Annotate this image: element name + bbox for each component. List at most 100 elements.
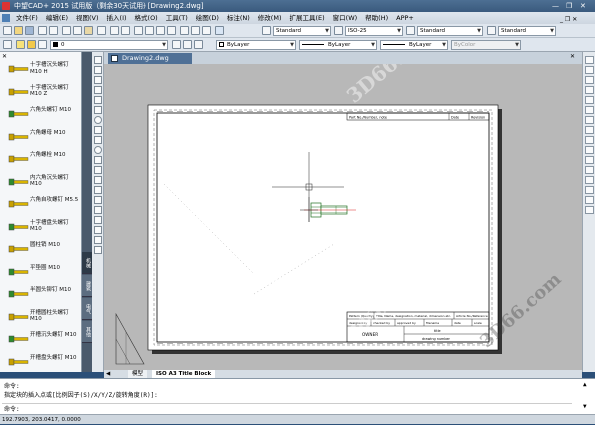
properties-icon[interactable] [180, 26, 189, 35]
palette-item[interactable]: 十字槽盘头螺钉 M10 [2, 218, 78, 238]
palette-item[interactable]: 六角螺母 M10 [2, 128, 78, 148]
ray-icon[interactable] [94, 66, 102, 74]
polygon-icon[interactable] [94, 86, 102, 94]
command-scroll-down-icon[interactable]: ▼ [583, 403, 587, 410]
design-center-icon[interactable] [191, 26, 200, 35]
document-close-icon[interactable]: ✕ [570, 53, 575, 60]
palette-item[interactable]: 内六角沉头螺钉 M10 [2, 173, 78, 193]
palette-item[interactable]: 开槽圆柱头螺钉 M10 [2, 308, 78, 328]
layer-select[interactable]: 0 ▼ [50, 40, 168, 50]
table-style-select[interactable]: Standard ▼ [417, 26, 483, 36]
tool-palette-icon[interactable] [202, 26, 211, 35]
hatch-icon[interactable] [94, 196, 102, 204]
restore-button[interactable]: ❐ [566, 0, 572, 12]
palette-item[interactable]: 半圆头铆钉 M10 [2, 285, 78, 305]
command-scroll-up-icon[interactable]: ▲ [583, 381, 587, 388]
menu-tools[interactable]: 工具(T) [162, 12, 192, 24]
rectangle-icon[interactable] [94, 96, 102, 104]
chamfer-icon[interactable] [585, 186, 594, 194]
menu-format[interactable]: 格式(O) [131, 12, 162, 24]
palette-item[interactable]: 开槽盘头螺钉 M10 [2, 353, 78, 373]
gradient-icon[interactable] [94, 206, 102, 214]
explode-icon[interactable] [585, 206, 594, 214]
tab-building[interactable]: 建筑 [82, 275, 92, 297]
dim-style-icon[interactable] [334, 26, 343, 35]
palette-close-icon[interactable]: ✕ [2, 53, 7, 60]
copy-object-icon[interactable] [585, 66, 594, 74]
cut-icon[interactable] [62, 26, 71, 35]
color-select[interactable]: ByLayer ▼ [216, 40, 296, 50]
cloud-icon[interactable] [94, 126, 102, 134]
menu-view[interactable]: 视图(V) [72, 12, 103, 24]
print-preview-icon[interactable] [49, 26, 58, 35]
tab-nav-first-icon[interactable]: ◀ [106, 370, 110, 378]
tab-mechanical[interactable]: 机械 [82, 252, 92, 274]
menu-file[interactable]: 文件(F) [12, 12, 42, 24]
scale-icon[interactable] [585, 126, 594, 134]
tab-model[interactable]: 模型 [128, 370, 148, 378]
move-icon[interactable] [585, 106, 594, 114]
mirror-icon[interactable] [585, 76, 594, 84]
grid-icon[interactable] [94, 246, 102, 254]
zoom-previous-icon[interactable] [167, 26, 176, 35]
copy-icon[interactable] [73, 26, 82, 35]
document-tab[interactable]: Drawing2.dwg [108, 53, 192, 64]
menu-window[interactable]: 窗口(W) [329, 12, 362, 24]
erase-icon[interactable] [585, 56, 594, 64]
text-style-icon[interactable] [262, 26, 271, 35]
palette-item[interactable]: 六角螺栓 M10 [2, 150, 78, 170]
spline-icon[interactable] [94, 136, 102, 144]
menu-insert[interactable]: 插入(I) [103, 12, 131, 24]
array-icon[interactable] [585, 96, 594, 104]
rotate-icon[interactable] [585, 116, 594, 124]
make-current-layer-icon[interactable] [172, 40, 181, 49]
menu-extend-tools[interactable]: 扩展工具(E) [285, 12, 328, 24]
undo-icon[interactable] [110, 26, 119, 35]
tab-electrical[interactable]: 电气 [82, 298, 92, 320]
lock-icon[interactable] [38, 40, 47, 49]
sun-icon[interactable] [27, 40, 36, 49]
arc-icon[interactable] [94, 106, 102, 114]
ellipse-icon[interactable] [94, 146, 102, 154]
menu-draw[interactable]: 绘图(D) [192, 12, 223, 24]
offset-icon[interactable] [585, 86, 594, 94]
region-icon[interactable] [94, 216, 102, 224]
menu-help[interactable]: 帮助(H) [361, 12, 392, 24]
table-icon[interactable] [94, 226, 102, 234]
match-properties-icon[interactable] [97, 26, 106, 35]
pan-icon[interactable] [134, 26, 143, 35]
plotstyle-select[interactable]: ByColor ▼ [451, 40, 521, 50]
trim-icon[interactable] [585, 146, 594, 154]
stretch-icon[interactable] [585, 136, 594, 144]
fillet-icon[interactable] [585, 196, 594, 204]
layer-previous-icon[interactable] [183, 40, 192, 49]
line-icon[interactable] [94, 56, 102, 64]
help-icon[interactable] [215, 26, 224, 35]
text-style-select[interactable]: Standard ▼ [273, 26, 331, 36]
palette-item[interactable]: 十字槽沉头螺钉 M10 H [2, 60, 78, 80]
layer-match-icon[interactable] [194, 40, 203, 49]
palette-item[interactable]: 圆柱销 M10 [2, 240, 78, 260]
save-icon[interactable] [25, 26, 34, 35]
new-file-icon[interactable] [3, 26, 12, 35]
break-icon[interactable] [585, 166, 594, 174]
polyline-icon[interactable] [94, 76, 102, 84]
dim-style-select[interactable]: ISO-25 ▼ [345, 26, 403, 36]
minimize-button[interactable]: — [552, 0, 559, 12]
table-style-icon[interactable] [406, 26, 415, 35]
open-file-icon[interactable] [14, 26, 23, 35]
join-icon[interactable] [585, 176, 594, 184]
multileader-style-icon[interactable] [487, 26, 496, 35]
lightbulb-icon[interactable] [16, 40, 25, 49]
ellipse-arc-icon[interactable] [94, 156, 102, 164]
command-input[interactable]: 命令: [2, 403, 572, 413]
palette-item[interactable]: 开槽沉头螺钉 M10 [2, 330, 78, 350]
linetype-select[interactable]: ByLayer ▼ [299, 40, 377, 50]
tab-other[interactable]: 其他 [82, 321, 92, 343]
drawing-canvas[interactable]: Part No./Number, note Date Revision Patt… [104, 64, 582, 370]
menu-doc-icon[interactable] [2, 14, 10, 22]
insert-block-icon[interactable] [94, 166, 102, 174]
redo-icon[interactable] [121, 26, 130, 35]
lineweight-select[interactable]: ByLayer ▼ [380, 40, 448, 50]
palette-item[interactable]: 十字槽沉头螺钉 M10 Z [2, 83, 78, 103]
